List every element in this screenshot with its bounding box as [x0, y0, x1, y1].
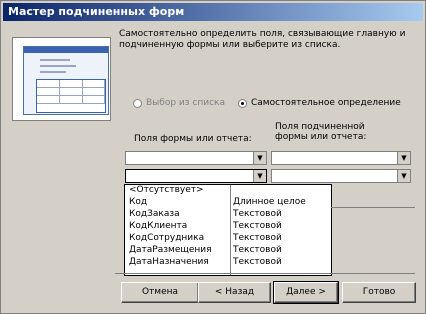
list-item[interactable]: КодЗаказа Текстовой — [125, 209, 331, 220]
preview-cell — [37, 88, 60, 96]
preview-image — [12, 37, 111, 121]
field-type: Длинное целое — [233, 197, 306, 207]
preview-cell — [37, 80, 60, 88]
finish-button[interactable]: Готово — [342, 282, 416, 303]
preview-cell — [60, 88, 83, 96]
wizard-window: Мастер подчиненных форм Самостоятельно о… — [0, 0, 426, 314]
field-type: Текстовой — [233, 233, 282, 243]
radio-dot-selected-icon — [238, 98, 247, 108]
back-button[interactable]: < Назад — [198, 282, 271, 303]
field-name: ДатаРазмещения — [129, 245, 212, 255]
field-dropdown-list[interactable]: <Отсутствует> Код Длинное целое КодЗаказ… — [124, 184, 332, 276]
preview-cell — [83, 88, 105, 96]
field-name: КодЗаказа — [129, 209, 180, 219]
field-name: КодСотрудника — [129, 233, 205, 243]
field-name: ДатаНазначения — [129, 257, 209, 267]
wizard-description: Самостоятельно определить поля, связываю… — [119, 29, 406, 50]
subform-fields-label: Поля подчиненной формы или отчета: — [275, 122, 367, 142]
preview-cell — [60, 80, 83, 88]
radio-label: Самостоятельное определение — [251, 98, 401, 108]
form-field-combo-2[interactable]: ▼ — [125, 169, 267, 183]
field-type: Текстовой — [233, 221, 282, 231]
preview-form-header — [24, 47, 108, 53]
preview-cell — [60, 96, 83, 104]
radio-label: Выбор из списка — [146, 98, 225, 108]
field-type: Текстовой — [233, 209, 282, 219]
chevron-down-icon[interactable]: ▼ — [397, 152, 410, 164]
preview-subform-grid — [36, 79, 106, 113]
list-item[interactable]: ДатаНазначения Текстовой — [125, 257, 331, 268]
preview-line — [40, 59, 70, 61]
preview-form — [23, 46, 109, 115]
preview-line — [40, 71, 66, 73]
list-item[interactable]: ДатаРазмещения Текстовой — [125, 245, 331, 256]
chevron-down-icon[interactable]: ▼ — [253, 152, 266, 164]
list-item[interactable]: Код Длинное целое — [125, 197, 331, 208]
preview-line — [40, 65, 76, 67]
radio-choose-from-list[interactable]: Выбор из списка — [133, 98, 225, 108]
field-type: Текстовой — [233, 245, 282, 255]
list-item[interactable]: <Отсутствует> — [125, 185, 331, 196]
form-fields-label: Поля формы или отчета: — [134, 134, 252, 144]
window-title: Мастер подчиненных форм — [3, 3, 423, 21]
subform-field-combo-1[interactable]: ▼ — [271, 151, 411, 165]
chevron-down-icon[interactable]: ▼ — [397, 170, 410, 182]
next-button[interactable]: Далее > — [273, 281, 339, 304]
list-item[interactable]: КодКлиента Текстовой — [125, 221, 331, 232]
field-name: Код — [129, 197, 148, 207]
list-item[interactable]: КодСотрудника Текстовой — [125, 233, 331, 244]
preview-cell — [83, 80, 105, 88]
field-name: КодКлиента — [129, 221, 188, 231]
field-name: <Отсутствует> — [129, 185, 204, 195]
grid-panel-edge — [331, 207, 415, 274]
chevron-down-icon[interactable]: ▼ — [253, 170, 266, 182]
subform-field-combo-2[interactable]: ▼ — [271, 169, 411, 183]
form-field-combo-1[interactable]: ▼ — [125, 151, 267, 165]
radio-define-own[interactable]: Самостоятельное определение — [238, 98, 401, 108]
button-separator — [115, 273, 415, 274]
cancel-button[interactable]: Отмена — [121, 282, 199, 303]
preview-cell — [37, 96, 60, 104]
preview-cell — [83, 96, 105, 104]
field-type: Текстовой — [233, 257, 282, 267]
radio-dot-icon — [133, 98, 142, 108]
